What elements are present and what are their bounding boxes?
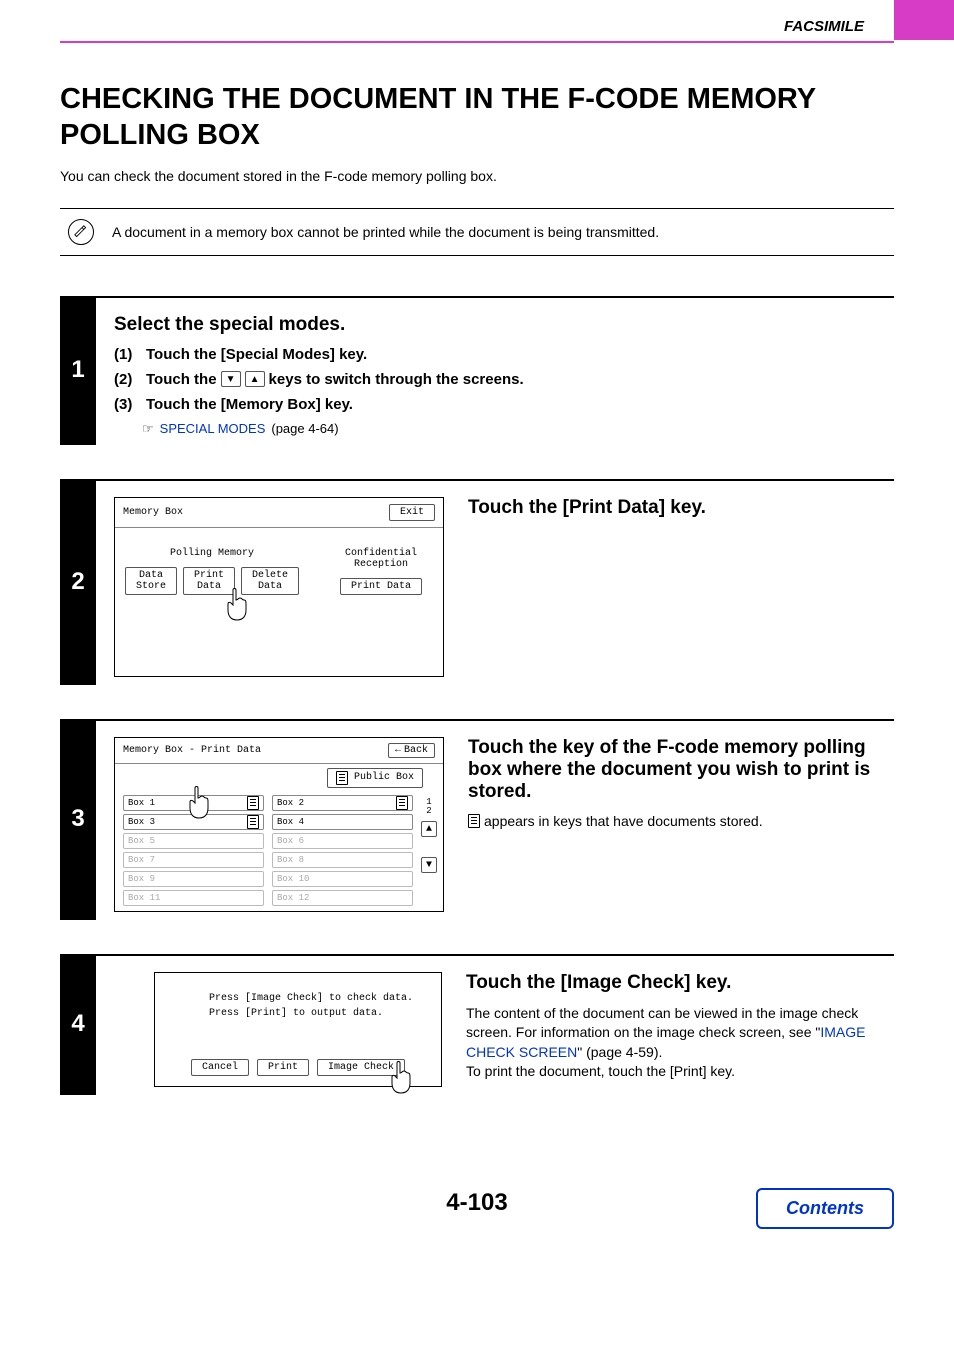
step2-title: Touch the [Print Data] key. [468, 497, 886, 519]
document-icon [336, 771, 348, 785]
step-1: 1 Select the special modes. (1) Touch th… [60, 296, 894, 445]
pencil-icon [68, 219, 94, 245]
panel-title: Memory Box - Print Data [123, 745, 261, 756]
document-icon [247, 815, 259, 829]
header-rule [60, 41, 894, 43]
step3-desc: appears in keys that have documents stor… [468, 813, 886, 829]
document-icon [247, 796, 259, 810]
step4-desc2: To print the document, touch the [Print]… [466, 1062, 886, 1082]
step-number: 1 [60, 296, 96, 445]
image-check-dialog: Press [Image Check] to check data. Press… [154, 972, 442, 1087]
public-box-button[interactable]: Public Box [327, 768, 423, 788]
conf-print-data-button[interactable]: Print Data [340, 578, 422, 595]
step1-item1: (1) Touch the [Special Modes] key. [114, 346, 886, 363]
step3-title: Touch the key of the F-code memory polli… [468, 737, 886, 803]
confidential-reception-label: Confidential Reception [329, 548, 433, 570]
box-2-button[interactable]: Box 2 [272, 795, 413, 811]
note-text: A document in a memory box cannot be pri… [112, 224, 659, 240]
dialog-msg1: Press [Image Check] to check data. [209, 991, 427, 1006]
step1-ref: ☞ SPECIAL MODES (page 4-64) [142, 421, 886, 437]
cancel-button[interactable]: Cancel [191, 1059, 249, 1076]
page-footer: 4-103 Contents [0, 1129, 954, 1217]
memory-box-panel: Memory Box Exit Polling Memory Data Stor… [114, 497, 444, 677]
box-7-button[interactable]: Box 7 [123, 852, 264, 868]
step-2: 2 Memory Box Exit Polling Memory Data St… [60, 479, 894, 685]
step-3: 3 Memory Box - Print Data ← Back Publi [60, 719, 894, 920]
pager: 1 2 ▲ ▼ [421, 798, 437, 874]
back-button[interactable]: ← Back [388, 743, 435, 758]
intro-text: You can check the document stored in the… [60, 168, 894, 184]
step1-item2: (2) Touch the ▼ ▲ keys to switch through… [114, 371, 886, 388]
section-label: FACSIMILE [60, 18, 894, 35]
box-9-button[interactable]: Box 9 [123, 871, 264, 887]
step-number: 4 [60, 954, 96, 1095]
document-icon [396, 796, 408, 810]
print-data-panel: Memory Box - Print Data ← Back Public Bo… [114, 737, 444, 912]
panel-title: Memory Box [123, 507, 183, 518]
section-tab [894, 0, 954, 40]
box-4-button[interactable]: Box 4 [272, 814, 413, 830]
box-10-button[interactable]: Box 10 [272, 871, 413, 887]
note-callout: A document in a memory box cannot be pri… [60, 208, 894, 256]
page-up-button[interactable]: ▲ [421, 821, 437, 837]
dialog-msg2: Press [Print] to output data. [209, 1006, 427, 1021]
touch-hand-icon [185, 786, 213, 820]
step-4: 4 Press [Image Check] to check data. Pre… [60, 954, 894, 1095]
document-icon [468, 814, 480, 828]
contents-button[interactable]: Contents [756, 1188, 894, 1229]
page-title: CHECKING THE DOCUMENT IN THE F-CODE MEMO… [60, 81, 894, 154]
up-key-icon: ▲ [245, 371, 265, 387]
back-arrow-icon: ← [395, 745, 401, 756]
print-button[interactable]: Print [257, 1059, 309, 1076]
box-12-button[interactable]: Box 12 [272, 890, 413, 906]
down-key-icon: ▼ [221, 371, 241, 387]
box-11-button[interactable]: Box 11 [123, 890, 264, 906]
touch-hand-icon [387, 1061, 415, 1095]
step-number: 3 [60, 719, 96, 920]
step4-title: Touch the [Image Check] key. [466, 972, 886, 994]
page-down-button[interactable]: ▼ [421, 857, 437, 873]
page-number: 4-103 [446, 1189, 507, 1216]
exit-button[interactable]: Exit [389, 504, 435, 521]
polling-memory-label: Polling Memory [125, 548, 299, 559]
box-5-button[interactable]: Box 5 [123, 833, 264, 849]
data-store-button[interactable]: Data Store [125, 567, 177, 595]
step-number: 2 [60, 479, 96, 685]
special-modes-link[interactable]: SPECIAL MODES [160, 421, 266, 436]
pointer-icon: ☞ [142, 421, 154, 437]
box-6-button[interactable]: Box 6 [272, 833, 413, 849]
touch-hand-icon [223, 588, 251, 622]
step4-desc: The content of the document can be viewe… [466, 1004, 886, 1063]
step1-item3: (3) Touch the [Memory Box] key. [114, 396, 886, 413]
box-8-button[interactable]: Box 8 [272, 852, 413, 868]
step1-title: Select the special modes. [114, 314, 886, 336]
